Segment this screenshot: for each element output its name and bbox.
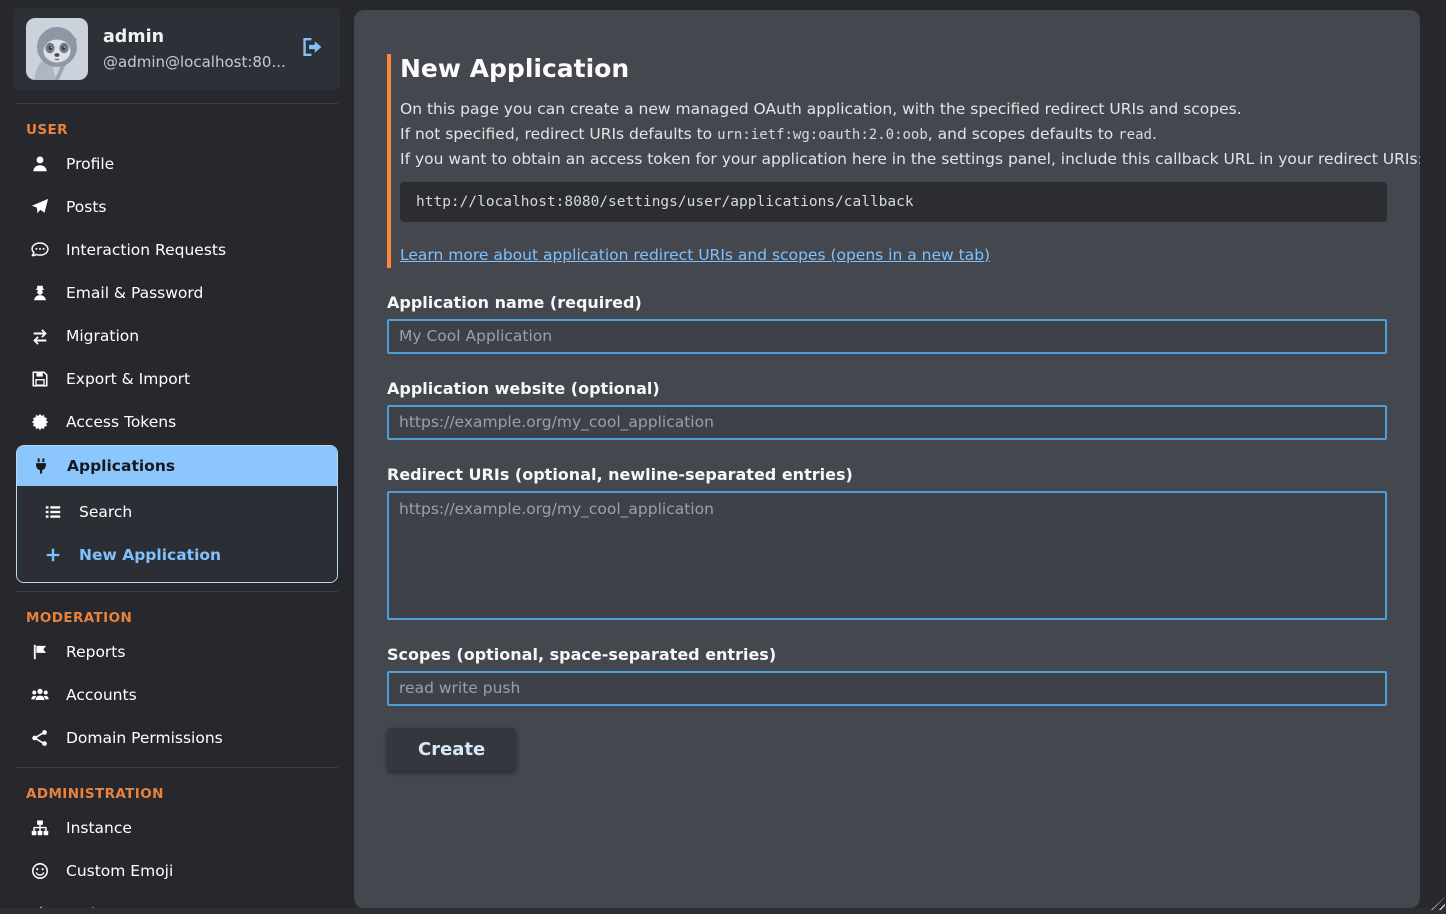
paper-plane-icon xyxy=(30,197,50,217)
new-application-docs: New Application On this page you can cre… xyxy=(387,54,1387,268)
exchange-arrows-icon xyxy=(30,326,50,346)
sidebar-item-label: Email & Password xyxy=(66,284,203,302)
section-header-user: USER xyxy=(0,104,354,142)
sidebar-item-label: Access Tokens xyxy=(66,413,176,431)
sidebar-item-label: New Application xyxy=(79,546,221,564)
sidebar-item-label: Interaction Requests xyxy=(66,241,226,259)
sidebar-item-label: Posts xyxy=(66,198,107,216)
sidebar-item-label: Accounts xyxy=(66,686,137,704)
application-name-input[interactable] xyxy=(387,319,1387,354)
callback-url-code-block: http://localhost:8080/settings/user/appl… xyxy=(400,182,1387,222)
smiley-icon xyxy=(30,861,50,881)
learn-more-link[interactable]: Learn more about application redirect UR… xyxy=(400,246,990,264)
comment-dots-icon xyxy=(30,240,50,260)
sidebar-item-label: Profile xyxy=(66,155,114,173)
sitemap-icon xyxy=(30,818,50,838)
sidebar-item-accounts[interactable]: Accounts xyxy=(18,673,336,716)
sidebar-item-profile[interactable]: Profile xyxy=(18,142,336,185)
share-nodes-icon xyxy=(30,728,50,748)
user-secret-icon xyxy=(30,283,50,303)
sidebar-item-domain-permissions[interactable]: Domain Permissions xyxy=(18,716,336,759)
intro-line-2: If not specified, redirect URIs defaults… xyxy=(400,122,1387,148)
sidebar-item-label: Applications xyxy=(67,457,175,475)
plus-icon xyxy=(43,545,63,565)
floppy-disk-icon xyxy=(30,369,50,389)
applications-block: Applications Search New Application xyxy=(16,445,338,583)
sidebar-item-applications-search[interactable]: Search xyxy=(17,490,337,533)
certificate-seal-icon xyxy=(30,412,50,432)
sidebar-item-migration[interactable]: Migration xyxy=(18,314,336,357)
sidebar-item-label: Search xyxy=(79,503,132,521)
sidebar-item-email-password[interactable]: Email & Password xyxy=(18,271,336,314)
horizontal-scrollbar[interactable] xyxy=(0,908,1446,914)
main-panel: New Application On this page you can cre… xyxy=(354,10,1420,908)
applications-submenu: Search New Application xyxy=(17,486,337,582)
sidebar-item-instance[interactable]: Instance xyxy=(18,806,336,849)
intro-text: On this page you can create a new manage… xyxy=(400,97,1387,172)
sidebar-item-reports[interactable]: Reports xyxy=(18,630,336,673)
page-title: New Application xyxy=(400,54,1387,83)
sidebar-item-label: Migration xyxy=(66,327,139,345)
sidebar-item-applications[interactable]: Applications xyxy=(17,446,337,486)
sidebar-item-export-import[interactable]: Export & Import xyxy=(18,357,336,400)
users-icon xyxy=(30,685,50,705)
redirect-uris-label: Redirect URIs (optional, newline-separat… xyxy=(387,465,1387,484)
new-application-form: Application name (required) Application … xyxy=(387,293,1387,771)
sidebar-item-access-tokens[interactable]: Access Tokens xyxy=(18,400,336,443)
section-header-administration: ADMINISTRATION xyxy=(0,768,354,806)
sidebar-item-label: Domain Permissions xyxy=(66,729,223,747)
scopes-input[interactable] xyxy=(387,671,1387,706)
user-info: admin @admin@localhost:80... xyxy=(103,27,285,71)
sidebar-item-custom-emoji[interactable]: Custom Emoji xyxy=(18,849,336,892)
scopes-label: Scopes (optional, space-separated entrie… xyxy=(387,645,1387,664)
user-card[interactable]: admin @admin@localhost:80... xyxy=(14,8,340,90)
sidebar-item-label: Instance xyxy=(66,819,132,837)
intro-line-1: On this page you can create a new manage… xyxy=(400,97,1387,122)
sidebar-item-label: Reports xyxy=(66,643,125,661)
sidebar-item-label: Export & Import xyxy=(66,370,190,388)
list-icon xyxy=(43,502,63,522)
sidebar-item-applications-new[interactable]: New Application xyxy=(17,533,337,576)
read-scope-code: read xyxy=(1118,127,1152,143)
plug-icon xyxy=(31,456,51,476)
application-website-label: Application website (optional) xyxy=(387,379,1387,398)
intro-line-3: If you want to obtain an access token fo… xyxy=(400,147,1387,172)
sign-out-icon[interactable] xyxy=(300,35,328,63)
create-button[interactable]: Create xyxy=(387,728,516,771)
user-handle: @admin@localhost:80... xyxy=(103,53,285,71)
application-name-label: Application name (required) xyxy=(387,293,1387,312)
sidebar-item-posts[interactable]: Posts xyxy=(18,185,336,228)
user-name: admin xyxy=(103,27,285,47)
user-icon xyxy=(30,154,50,174)
sidebar-item-interaction-requests[interactable]: Interaction Requests xyxy=(18,228,336,271)
sidebar-item-label: Custom Emoji xyxy=(66,862,173,880)
flag-icon xyxy=(30,642,50,662)
section-header-moderation: MODERATION xyxy=(0,592,354,630)
oob-code: urn:ietf:wg:oauth:2.0:oob xyxy=(717,127,928,143)
redirect-uris-textarea[interactable] xyxy=(387,491,1387,620)
application-website-input[interactable] xyxy=(387,405,1387,440)
sidebar: admin @admin@localhost:80... USER Profil… xyxy=(0,0,354,914)
avatar xyxy=(26,18,88,80)
